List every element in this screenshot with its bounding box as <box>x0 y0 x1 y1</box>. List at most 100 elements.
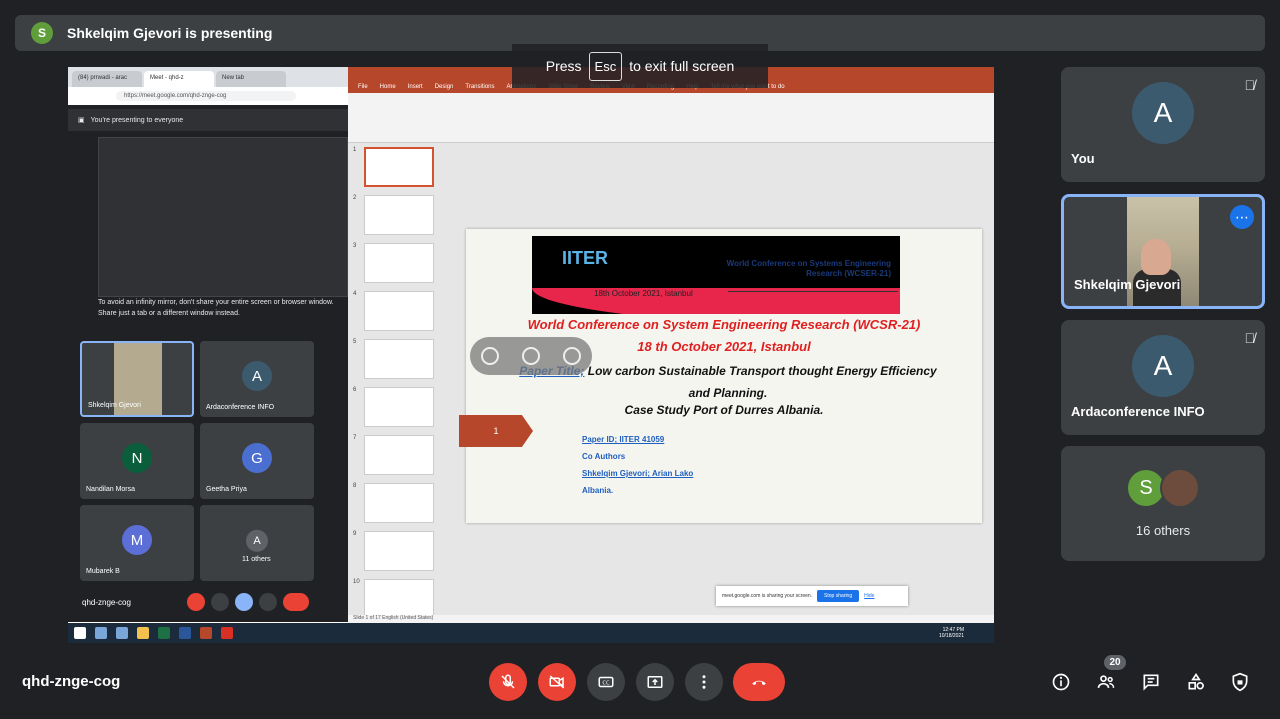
address-bar[interactable]: https://meet.google.com/qhd-znge-cog <box>116 91 296 101</box>
slide-thumbnail[interactable] <box>364 147 434 187</box>
mini-tile-name: Shkelqim Gjevori <box>88 402 141 409</box>
more-options-icon[interactable]: ⋯ <box>1230 205 1254 229</box>
pin-off-icon[interactable] <box>481 347 500 365</box>
slide-divider <box>728 291 898 292</box>
slide-thumbnail[interactable] <box>364 531 434 571</box>
browser-tab[interactable]: (84) prrwadi - arac <box>72 71 142 87</box>
mic-toggle-button[interactable] <box>489 663 527 701</box>
mini-tile: N Nandilan Morsa <box>80 423 194 499</box>
activities-icon <box>1188 672 1204 690</box>
people-count-badge: 20 <box>1104 655 1126 670</box>
ppt-tab[interactable]: Design <box>435 84 454 90</box>
mirror-warning: To avoid an infinity mirror, don't share… <box>98 299 334 317</box>
mic-off-icon: 🎙̸ <box>1244 77 1256 93</box>
slide-thumbnail[interactable] <box>364 579 434 619</box>
windows-start-icon[interactable] <box>74 627 86 639</box>
search-icon[interactable] <box>95 627 107 639</box>
chat-button[interactable] <box>1140 671 1162 693</box>
thumb-number: 4 <box>353 291 357 297</box>
leave-call-button[interactable] <box>733 663 785 701</box>
thumb-number: 2 <box>353 195 357 201</box>
slide-thumbnail[interactable] <box>364 435 434 475</box>
participant-name: You <box>1071 151 1095 166</box>
others-avatars: S <box>1126 468 1200 508</box>
iiter-logo: IITER <box>562 248 609 268</box>
mini-tile-name: Nandilan Morsa <box>86 486 136 493</box>
participant-avatar: A <box>1132 82 1194 144</box>
slide-thumbnail[interactable] <box>364 387 434 427</box>
slide-thumbnail[interactable] <box>364 243 434 283</box>
mic-off-icon: 🎙̸ <box>1244 330 1256 346</box>
info-icon <box>1052 673 1070 691</box>
activities-button[interactable] <box>1185 671 1207 693</box>
thumb-number: 1 <box>353 147 357 153</box>
word-icon[interactable] <box>179 627 191 639</box>
host-controls-button[interactable] <box>1229 671 1251 693</box>
thumb-number: 6 <box>353 387 357 393</box>
present-now-button[interactable] <box>636 663 674 701</box>
mini-more-icon <box>258 593 277 611</box>
slide-thumbnails: 1 2 3 4 5 6 7 8 9 10 <box>348 145 440 619</box>
mini-mic-icon <box>186 593 205 611</box>
participant-tile-others[interactable]: S 16 others <box>1061 446 1265 561</box>
slide-details: Paper ID; IITER 41059 Co Authors Shkelqi… <box>582 431 693 499</box>
presenting-label: Shkelqim Gjevori is presenting <box>67 25 273 41</box>
slide-thumbnail[interactable] <box>364 483 434 523</box>
hide-link[interactable]: Hide <box>864 593 874 599</box>
thumb-number: 9 <box>353 531 357 537</box>
slide-thumbnail[interactable] <box>364 195 434 235</box>
current-slide: IITER World Conference on Systems Engine… <box>459 229 982 523</box>
browser-window: (84) prrwadi - arac Meet - qhd-z New tab… <box>68 67 348 622</box>
mic-off-icon <box>501 674 515 689</box>
meeting-details-button[interactable] <box>1050 671 1072 693</box>
hangup-icon <box>752 680 766 685</box>
mini-tile-presenter: Shkelqim Gjevori <box>80 341 194 417</box>
more-options-button[interactable] <box>685 663 723 701</box>
excel-icon[interactable] <box>158 627 170 639</box>
ppt-tab[interactable]: Home <box>380 84 396 90</box>
country: Albania. <box>582 486 614 495</box>
mini-avatar: A <box>246 529 268 552</box>
stop-sharing-button[interactable]: Stop sharing <box>817 590 860 602</box>
participant-name: Ardaconference INFO <box>1071 404 1205 419</box>
browser-tab[interactable]: Meet - qhd-z <box>144 71 214 87</box>
mini-control-bar: qhd-znge-cog <box>68 587 348 617</box>
thumb-number: 10 <box>353 579 360 585</box>
camera-toggle-button[interactable] <box>538 663 576 701</box>
meeting-code: qhd-znge-cog <box>22 673 121 690</box>
slide-title: World Conference on System Engineering R… <box>527 317 921 332</box>
thumb-number: 5 <box>353 339 357 345</box>
slide-thumbnail[interactable] <box>364 291 434 331</box>
browser-tab[interactable]: New tab <box>216 71 286 87</box>
ppt-tab[interactable]: Insert <box>408 84 423 90</box>
fullscreen-hint: Press Esc to exit full screen <box>512 44 768 88</box>
browser-tab-strip: (84) prrwadi - arac Meet - qhd-z New tab <box>68 67 348 87</box>
participant-photo-avatar <box>1160 468 1200 508</box>
participant-tile-you[interactable]: A You 🎙̸ <box>1061 67 1265 182</box>
captions-icon: CC <box>598 676 614 688</box>
slide-date-line: 18th October 2021, Istanbul <box>594 289 693 298</box>
minimize-icon[interactable] <box>562 347 581 365</box>
slide-thumbnail[interactable] <box>364 339 434 379</box>
participant-name: Shkelqim Gjevori <box>1074 277 1181 292</box>
edge-icon[interactable] <box>116 627 128 639</box>
participant-tile-presenter[interactable]: Shkelqim Gjevori ⋯ <box>1061 194 1265 309</box>
ppt-tab[interactable]: Transitions <box>465 84 494 90</box>
people-button[interactable] <box>1095 671 1117 693</box>
volume-off-icon[interactable] <box>521 347 540 365</box>
mini-tile-name: Ardaconference INFO <box>206 404 275 411</box>
mini-meeting-code: qhd-znge-cog <box>82 597 131 607</box>
camera-off-icon <box>549 675 565 689</box>
chrome-icon[interactable] <box>221 627 233 639</box>
folder-icon[interactable] <box>137 627 149 639</box>
esc-key: Esc <box>588 51 623 81</box>
powerpoint-icon[interactable] <box>200 627 212 639</box>
captions-button[interactable]: CC <box>587 663 625 701</box>
participant-tile[interactable]: A Ardaconference INFO 🎙̸ <box>1061 320 1265 435</box>
taskbar-clock: 12:47 PM 10/18/2021 <box>939 627 964 639</box>
powerpoint-window: File Home Insert Design Transitions Anim… <box>348 67 994 623</box>
more-vert-icon <box>702 675 706 689</box>
ppt-status-bar: Slide 1 of 17 English (United States) <box>348 615 994 623</box>
mini-tile: M Mubarek B <box>80 505 194 581</box>
ppt-tab[interactable]: File <box>358 84 368 90</box>
